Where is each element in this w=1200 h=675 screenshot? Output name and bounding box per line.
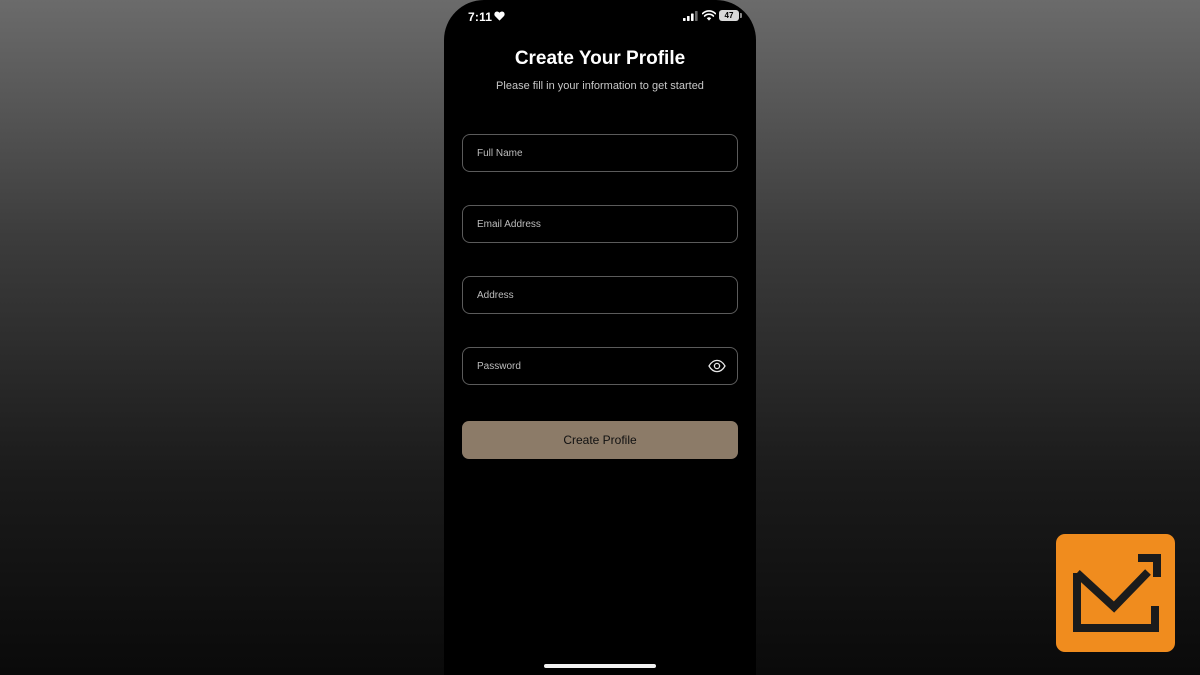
address-input[interactable] [477,277,707,313]
address-field [462,276,738,314]
password-field [462,347,738,385]
wifi-icon [702,10,716,21]
email-field [462,205,738,243]
heart-icon [494,11,505,21]
status-bar: 7:11 47 [444,0,756,34]
email-input[interactable] [477,206,707,242]
page-title: Create Your Profile [514,48,686,69]
status-time: 7:11 [468,10,493,24]
battery-icon: 47 [719,10,742,21]
create-profile-button[interactable]: Create Profile [462,421,738,459]
full-name-input[interactable] [477,135,707,171]
signal-icon [683,11,698,21]
battery-level: 47 [724,11,734,20]
eye-icon[interactable] [708,358,726,374]
full-name-field [462,134,738,172]
home-indicator [544,664,656,668]
page-subtitle: Please fill in your information to get s… [496,80,704,92]
mail-arrow-logo-icon [1056,534,1175,652]
password-input[interactable] [477,348,707,384]
phone-screen: 7:11 47 Create Your Profile Please fill … [444,0,756,675]
mail-arrow-logo-graphic [1073,554,1161,632]
